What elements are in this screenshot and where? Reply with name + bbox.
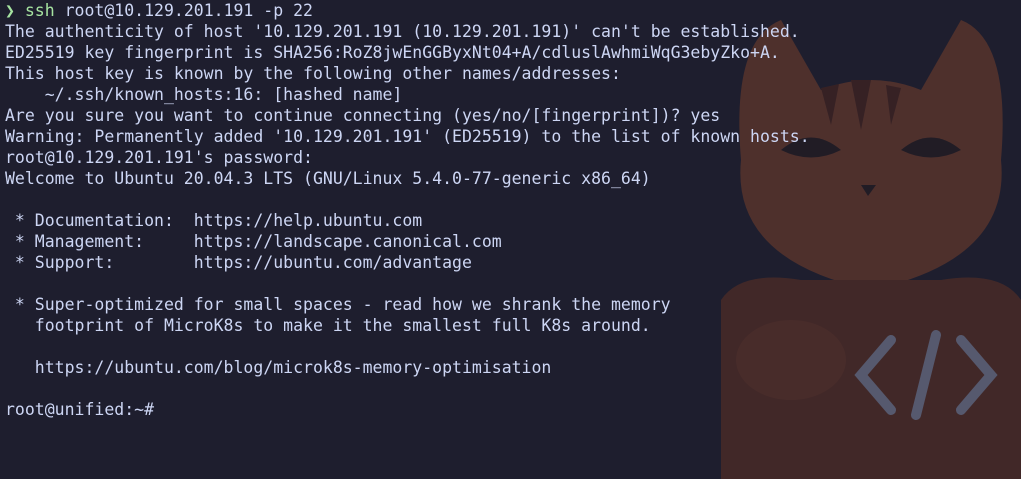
output-line: ED25519 key fingerprint is SHA256:RoZ8jw… — [5, 43, 780, 62]
output-line: root@10.129.201.191's password: — [5, 148, 313, 167]
output-line: This host key is known by the following … — [5, 64, 621, 83]
command-name: ssh — [24, 1, 55, 20]
terminal-output: ❯ ssh root@10.129.201.191 -p 22 The auth… — [5, 0, 1021, 420]
output-line: Welcome to Ubuntu 20.04.3 LTS (GNU/Linux… — [5, 169, 651, 188]
output-line: * Management: https://landscape.canonica… — [5, 232, 502, 251]
prompt-arrow-icon: ❯ — [5, 1, 15, 20]
shell-prompt[interactable]: root@unified:~# — [5, 399, 1021, 420]
output-line: ~/.ssh/known_hosts:16: [hashed name] — [5, 85, 403, 104]
terminal-window[interactable]: ❯ ssh root@10.129.201.191 -p 22 The auth… — [0, 0, 1021, 479]
output-line: * Super-optimized for small spaces - rea… — [5, 295, 671, 314]
command-line: ❯ ssh root@10.129.201.191 -p 22 — [5, 0, 1021, 21]
output-line: https://ubuntu.com/blog/microk8s-memory-… — [5, 358, 552, 377]
command-args: root@10.129.201.191 -p 22 — [64, 1, 313, 20]
output-line: Warning: Permanently added '10.129.201.1… — [5, 127, 810, 146]
output-line: * Support: https://ubuntu.com/advantage — [5, 253, 472, 272]
output-line: * Documentation: https://help.ubuntu.com — [5, 211, 423, 230]
output-line: footprint of MicroK8s to make it the sma… — [5, 316, 651, 335]
output-line: Are you sure you want to continue connec… — [5, 106, 721, 125]
output-line: The authenticity of host '10.129.201.191… — [5, 22, 800, 41]
